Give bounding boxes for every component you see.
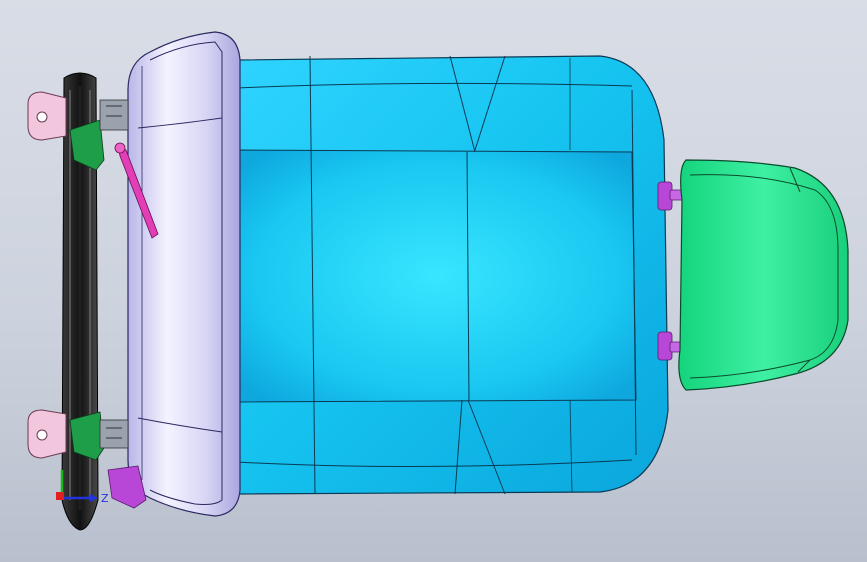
triad-z-label: Z bbox=[101, 492, 109, 505]
seat-back[interactable] bbox=[127, 31, 241, 517]
headrest[interactable] bbox=[678, 159, 849, 391]
seat-assembly-model[interactable]: Z bbox=[0, 0, 867, 562]
cad-graphics-viewport[interactable]: Z bbox=[0, 0, 867, 562]
seat-cushion[interactable] bbox=[232, 55, 669, 495]
rail-brackets[interactable] bbox=[27, 91, 67, 459]
